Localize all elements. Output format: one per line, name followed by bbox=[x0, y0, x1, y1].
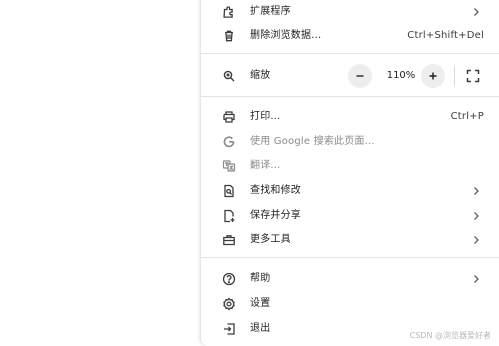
gear-icon bbox=[222, 297, 236, 311]
fullscreen-button[interactable] bbox=[466, 69, 480, 83]
menu-item-label: 翻译... bbox=[250, 160, 281, 171]
menu-item-save-and-share[interactable]: 保存并分享 bbox=[201, 204, 499, 228]
menu-item-label: 使用 Google 搜索此页面... bbox=[250, 136, 375, 147]
menu-item-find-and-edit[interactable]: 查找和修改 bbox=[201, 179, 499, 203]
menu-item-extensions[interactable]: 扩展程序 bbox=[201, 0, 499, 24]
menu-item-label: 退出 bbox=[250, 323, 271, 334]
separator bbox=[201, 257, 499, 258]
menu-item-label: 保存并分享 bbox=[250, 210, 301, 221]
menu-item-print[interactable]: 打印... Ctrl+P bbox=[201, 105, 499, 129]
menu-item-translate[interactable]: 翻译... bbox=[201, 154, 499, 178]
menu-item-more-tools[interactable]: 更多工具 bbox=[201, 228, 499, 252]
menu-item-help[interactable]: 帮助 bbox=[201, 267, 499, 291]
chevron-right-icon bbox=[470, 6, 482, 18]
chevron-right-icon bbox=[470, 185, 482, 197]
zoom-in-button[interactable] bbox=[421, 64, 445, 88]
menu-item-label: 删除浏览数据... bbox=[250, 30, 322, 41]
separator bbox=[201, 53, 499, 54]
menu-item-settings[interactable]: 设置 bbox=[201, 292, 499, 316]
zoom-controls: 110% bbox=[201, 64, 499, 88]
fullscreen-icon bbox=[466, 69, 480, 83]
menu-item-clear-browsing-data[interactable]: 删除浏览数据... Ctrl+Shift+Del bbox=[201, 24, 499, 48]
find-page-icon bbox=[222, 184, 236, 198]
printer-icon bbox=[222, 110, 236, 124]
menu-item-label: 设置 bbox=[250, 298, 271, 309]
menu-item-label: 帮助 bbox=[250, 273, 271, 284]
menu-item-label: 打印... bbox=[250, 111, 281, 122]
google-g-icon bbox=[222, 135, 236, 149]
menu-item-label: 更多工具 bbox=[250, 234, 291, 245]
toolbox-icon bbox=[222, 233, 236, 247]
watermark: CSDN @浏览器爱好者 bbox=[409, 331, 491, 340]
puzzle-icon bbox=[222, 5, 236, 19]
chevron-right-icon bbox=[470, 273, 482, 285]
menu-item-search-page-with-google[interactable]: 使用 Google 搜索此页面... bbox=[201, 130, 499, 154]
save-share-icon bbox=[222, 209, 236, 223]
menu-item-label: 查找和修改 bbox=[250, 185, 301, 196]
shortcut-text: Ctrl+P bbox=[450, 111, 484, 122]
help-icon bbox=[222, 272, 236, 286]
browser-main-menu: 扩展程序 删除浏览数据... Ctrl+Shift+Del 缩放 110% 打印… bbox=[200, 0, 499, 346]
zoom-divider bbox=[454, 66, 455, 86]
translate-icon bbox=[222, 159, 236, 173]
trash-icon bbox=[222, 29, 236, 43]
plus-icon bbox=[429, 72, 437, 80]
minus-icon bbox=[356, 75, 364, 77]
chevron-right-icon bbox=[470, 234, 482, 246]
shortcut-text: Ctrl+Shift+Del bbox=[407, 30, 484, 41]
exit-icon bbox=[222, 322, 236, 336]
zoom-level: 110% bbox=[386, 70, 416, 81]
zoom-out-button[interactable] bbox=[348, 64, 372, 88]
screen: 扩展程序 删除浏览数据... Ctrl+Shift+Del 缩放 110% 打印… bbox=[0, 0, 499, 346]
chevron-right-icon bbox=[470, 210, 482, 222]
separator bbox=[201, 96, 499, 97]
menu-item-label: 扩展程序 bbox=[250, 6, 291, 17]
